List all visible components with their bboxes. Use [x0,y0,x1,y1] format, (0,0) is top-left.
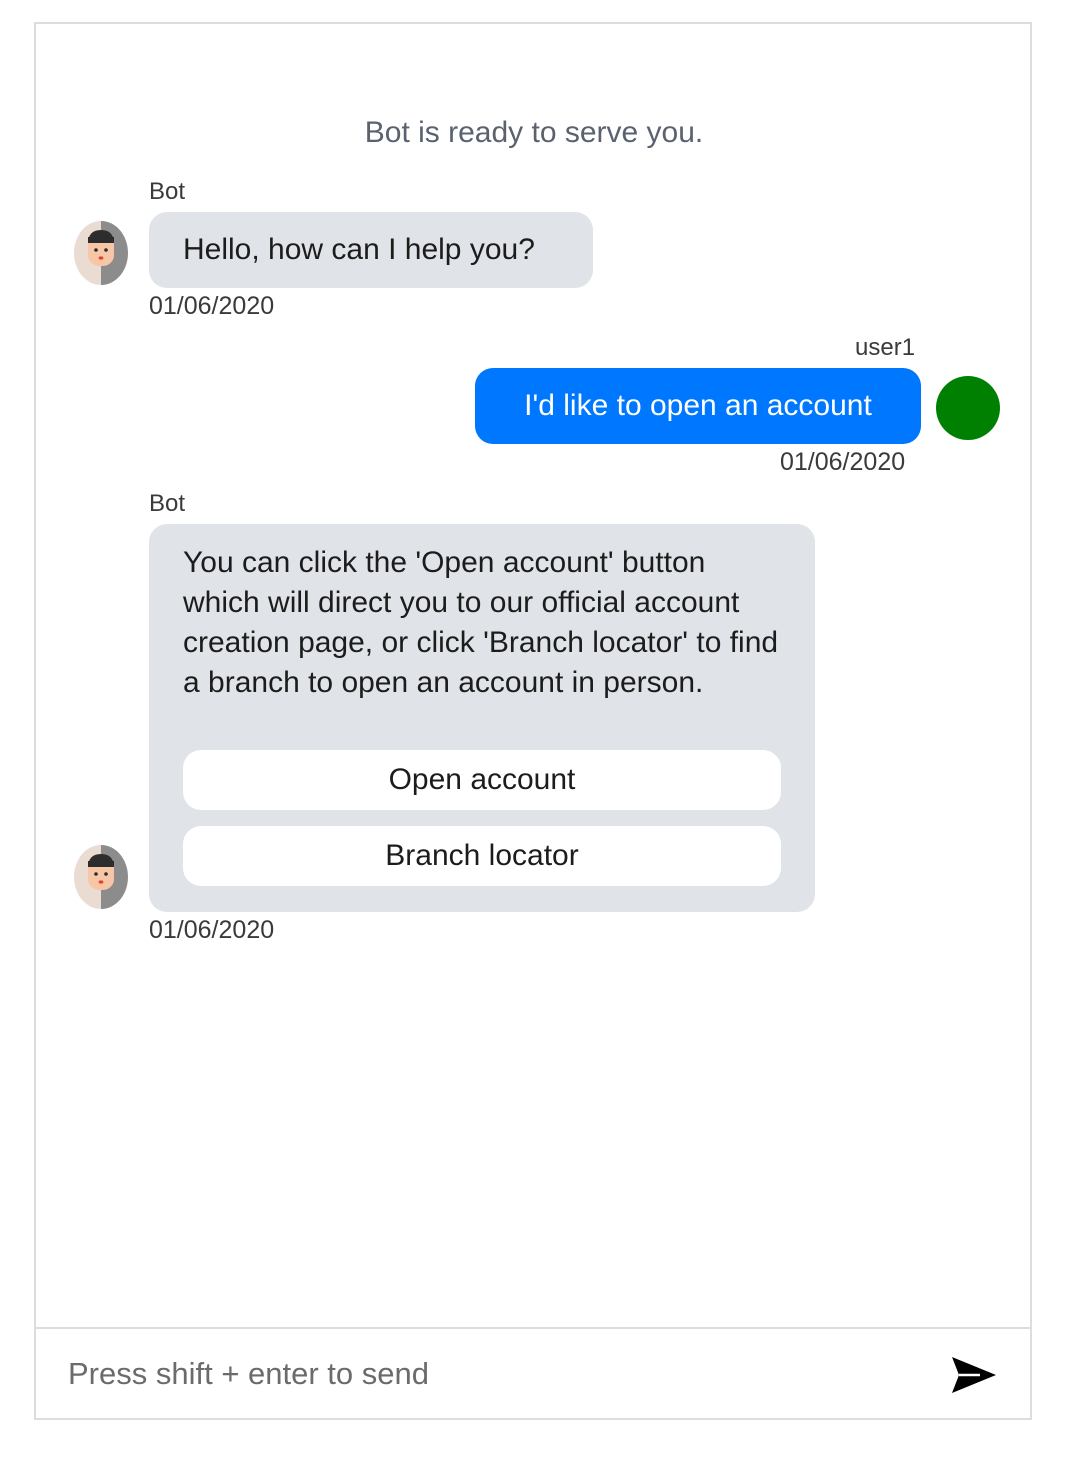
message-bubble: I'd like to open an account [475,368,921,444]
send-arrow-icon [952,1357,996,1393]
message-input[interactable] [68,1341,928,1407]
message-input-bar [36,1327,1032,1420]
bot-face-icon [74,221,128,285]
bot-face-icon [74,845,128,909]
message-timestamp: 01/06/2020 [780,448,906,476]
message-timestamp: 01/06/2020 [149,916,275,944]
sender-name: user1 [855,334,916,361]
sender-name: Bot [149,178,186,205]
message-bubble: You can click the 'Open account' button … [149,524,815,912]
bot-status-text: Bot is ready to serve you. [364,116,704,149]
user-avatar [936,376,1000,440]
branch-locator-button[interactable]: Branch locator [183,826,781,886]
message-bubble: Hello, how can I help you? [149,212,593,288]
chat-window: Bot is ready to serve you. Bot Hello, ho… [34,22,1032,1420]
send-button[interactable] [950,1353,998,1397]
sender-name: Bot [149,490,186,517]
open-account-button[interactable]: Open account [183,750,781,810]
message-text: You can click the 'Open account' button … [183,546,779,699]
message-timestamp: 01/06/2020 [149,292,275,320]
